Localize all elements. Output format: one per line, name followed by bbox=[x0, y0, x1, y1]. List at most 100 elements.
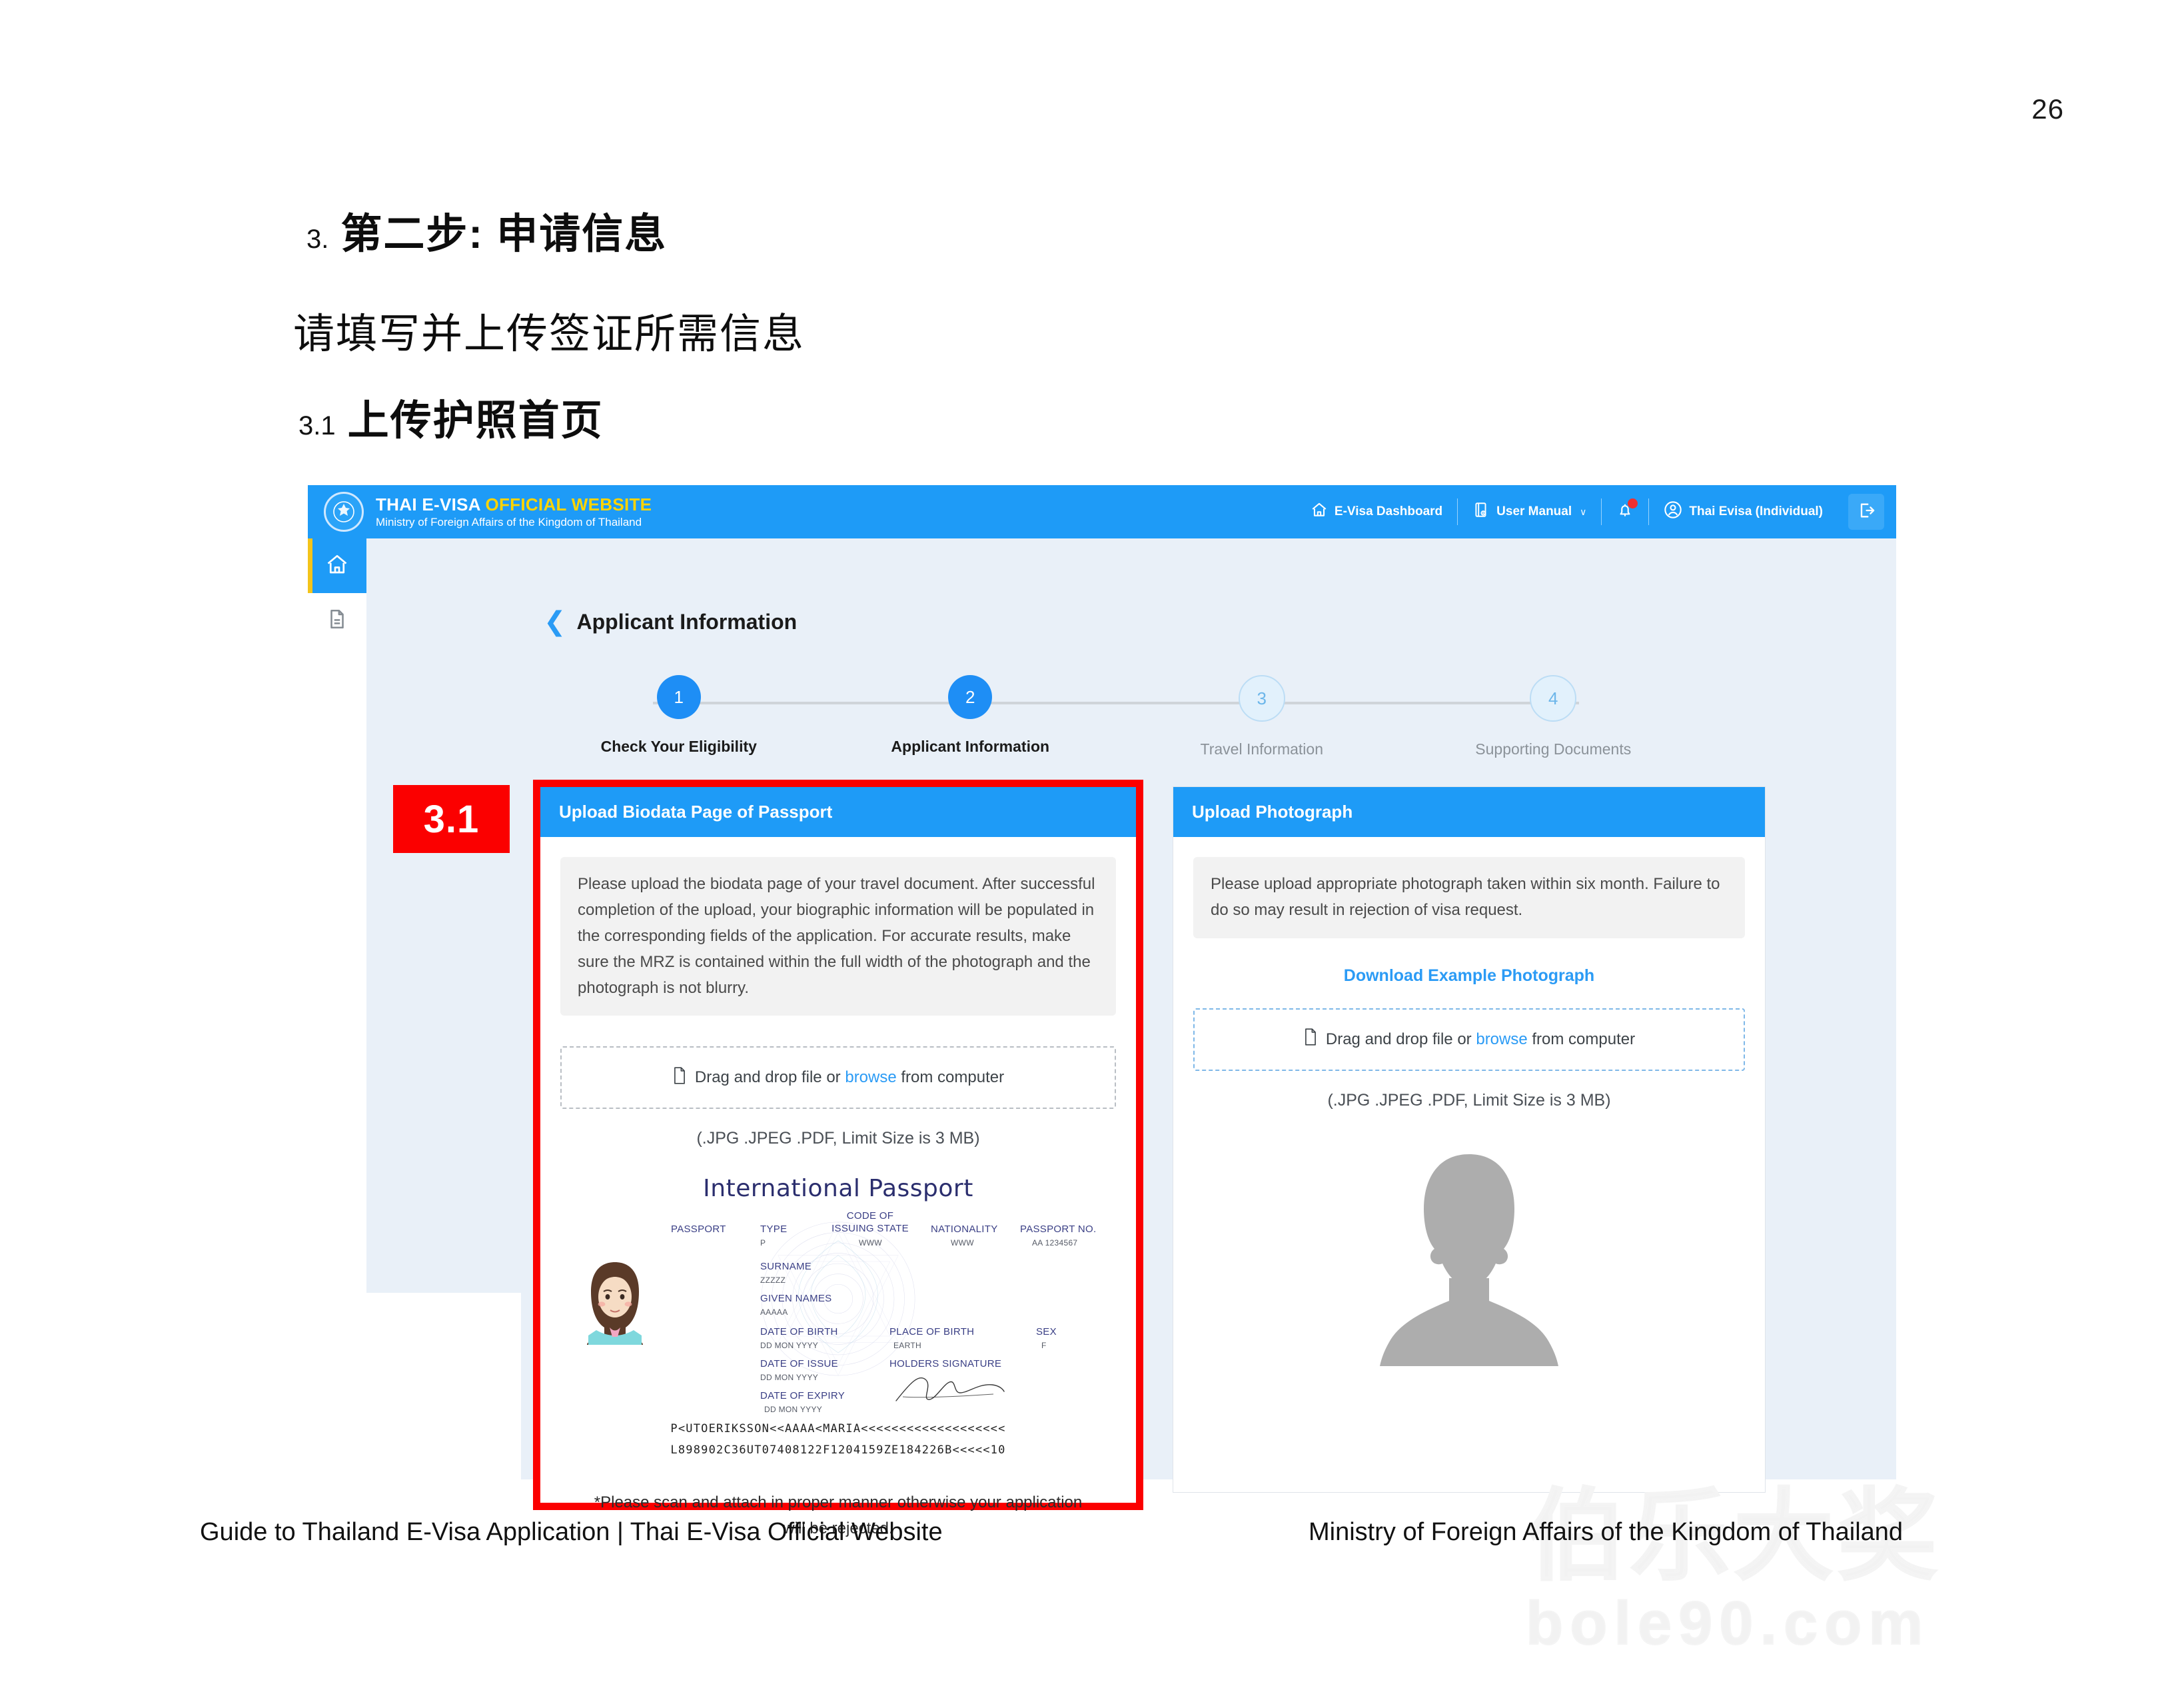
app-subtitle: Ministry of Foreign Affairs of the Kingd… bbox=[376, 516, 652, 528]
nav-evisa-dashboard[interactable]: E-Visa Dashboard bbox=[1296, 497, 1457, 526]
passport-value-nationality: WWW bbox=[951, 1238, 974, 1248]
passport-label-surname: SURNAME bbox=[760, 1261, 812, 1272]
passport-value-type: P bbox=[760, 1238, 766, 1248]
passport-mrz: P<UTOERIKSSON<<AAAA<MARIA<<<<<<<<<<<<<<<… bbox=[560, 1419, 1116, 1461]
stepper-step-3[interactable]: 3 Travel Information bbox=[1116, 675, 1408, 758]
passport-value-dob: DD MON YYYY bbox=[760, 1341, 818, 1350]
passport-label-nationality: NATIONALITY bbox=[931, 1224, 998, 1235]
passport-value-sex: F bbox=[1041, 1341, 1047, 1350]
step-circle: 4 bbox=[1530, 675, 1576, 722]
passport-sample-illustration: International Passport bbox=[560, 1175, 1116, 1408]
step-label: Applicant Information bbox=[891, 738, 1049, 756]
mrz-line-1: P<UTOERIKSSON<<AAAA<MARIA<<<<<<<<<<<<<<<… bbox=[560, 1419, 1116, 1439]
passport-label-signature: HOLDERS SIGNATURE bbox=[889, 1358, 1001, 1369]
passport-value-issuing-state: WWW bbox=[859, 1238, 882, 1248]
home-icon bbox=[325, 552, 349, 580]
passport-label-issuing-state: CODE OF ISSUING STATE bbox=[827, 1210, 913, 1236]
passport-value-expiry: DD MON YYYY bbox=[764, 1405, 822, 1414]
step-circle: 2 bbox=[948, 675, 992, 719]
stepper-step-4[interactable]: 4 Supporting Documents bbox=[1408, 675, 1700, 758]
subsection-title: 上传护照首页 bbox=[348, 387, 604, 446]
thai-garuda-emblem-icon bbox=[324, 492, 364, 532]
notifications-button[interactable] bbox=[1602, 497, 1648, 526]
step-circle: 3 bbox=[1239, 675, 1285, 722]
subsection-heading: 3.1 上传护照首页 bbox=[298, 387, 604, 446]
photo-browse-link[interactable]: browse bbox=[1476, 1030, 1527, 1048]
biodata-card-title: Upload Biodata Page of Passport bbox=[540, 787, 1136, 837]
sidebar-item-documents[interactable] bbox=[308, 593, 366, 648]
nav-user-manual[interactable]: User Manual ∨ bbox=[1458, 497, 1601, 526]
user-avatar-icon bbox=[1664, 500, 1682, 523]
passport-value-passport-no: AA 1234567 bbox=[1032, 1238, 1077, 1248]
download-example-photograph-link[interactable]: Download Example Photograph bbox=[1193, 966, 1745, 986]
biodata-limit-text: (.JPG .JPEG .PDF, Limit Size is 3 MB) bbox=[560, 1129, 1116, 1148]
signature-squiggle bbox=[893, 1370, 1007, 1405]
passport-label-expiry: DATE OF EXPIRY bbox=[760, 1390, 845, 1401]
home-icon bbox=[1311, 501, 1328, 522]
photo-instruction-text: Please upload appropriate photograph tak… bbox=[1193, 857, 1745, 938]
biodata-instruction-text: Please upload the biodata page of your t… bbox=[560, 857, 1116, 1016]
subsection-number: 3.1 bbox=[298, 411, 336, 441]
passport-label-issue: DATE OF ISSUE bbox=[760, 1358, 838, 1369]
section-subtitle: 请填写并上传签证所需信息 bbox=[293, 300, 805, 360]
mrz-line-2: L898902C36UT07408122F1204159ZE184226B<<<… bbox=[560, 1440, 1116, 1461]
person-silhouette-icon bbox=[1369, 1148, 1569, 1367]
step-label: Travel Information bbox=[1201, 740, 1324, 758]
document-icon bbox=[326, 608, 348, 634]
screenshot-crop-notch bbox=[308, 1293, 521, 1479]
passport-fields: PASSPORT TYPE P CODE OF ISSUING STATE WW… bbox=[560, 1204, 1116, 1403]
footer-left-text: Guide to Thailand E-Visa Application | T… bbox=[200, 1518, 943, 1547]
step-label: Supporting Documents bbox=[1475, 740, 1631, 758]
photo-card-title: Upload Photograph bbox=[1173, 787, 1765, 837]
passport-label-type: TYPE bbox=[760, 1224, 787, 1235]
nav-account-label: Thai Evisa (Individual) bbox=[1689, 504, 1823, 519]
page-number: 26 bbox=[2031, 93, 2064, 125]
nav-evisa-dashboard-label: E-Visa Dashboard bbox=[1335, 504, 1442, 519]
section-heading: 3. 第二步: 申请信息 bbox=[306, 200, 667, 260]
passport-sample-title: International Passport bbox=[560, 1175, 1116, 1202]
biodata-browse-link[interactable]: browse bbox=[845, 1068, 896, 1086]
stepper-step-2[interactable]: 2 Applicant Information bbox=[825, 675, 1117, 758]
photo-card: Upload Photograph Please upload appropri… bbox=[1173, 786, 1766, 1493]
main-content: ❮ Applicant Information 1 Check Your Eli… bbox=[366, 538, 1896, 1479]
passport-label-given-names: GIVEN NAMES bbox=[760, 1293, 832, 1304]
passport-label-passport-no: PASSPORT NO. bbox=[1020, 1224, 1096, 1235]
biodata-dropzone[interactable]: Drag and drop file or browse from comput… bbox=[560, 1046, 1116, 1109]
section-subtitle-row: 请填写并上传签证所需信息 bbox=[293, 300, 805, 360]
back-navigation[interactable]: ❮ Applicant Information bbox=[544, 608, 797, 635]
passport-label-dob: DATE OF BIRTH bbox=[760, 1326, 838, 1337]
passport-label-pob: PLACE OF BIRTH bbox=[889, 1326, 974, 1337]
brand-block: THAI E-VISA OFFICIAL WEBSITE Ministry of… bbox=[308, 492, 652, 532]
callout-badge-3-1: 3.1 bbox=[393, 785, 510, 853]
footer-right-text: Ministry of Foreign Affairs of the Kingd… bbox=[1309, 1518, 1903, 1547]
passport-photo-avatar bbox=[579, 1253, 651, 1345]
nav-account[interactable]: Thai Evisa (Individual) bbox=[1649, 497, 1838, 526]
stepper-step-1[interactable]: 1 Check Your Eligibility bbox=[533, 675, 825, 758]
page-watermark: 伯乐大奖 bole90.com bbox=[1526, 1486, 2139, 1686]
photograph-upload-card: Upload Photograph Please upload appropri… bbox=[1173, 786, 1766, 1493]
passport-value-given-names: AAAAA bbox=[760, 1307, 788, 1317]
app-title: THAI E-VISA OFFICIAL WEBSITE bbox=[376, 495, 652, 514]
notification-badge-dot bbox=[1628, 498, 1638, 508]
section-title: 第二步: 申请信息 bbox=[340, 200, 667, 260]
biodata-card: Upload Biodata Page of Passport Please u… bbox=[540, 787, 1136, 1503]
progress-stepper: 1 Check Your Eligibility 2 Applicant Inf… bbox=[533, 675, 1699, 775]
passport-label-passport: PASSPORT bbox=[671, 1224, 726, 1235]
header-nav: E-Visa Dashboard User Manual ∨ bbox=[1296, 485, 1896, 538]
nav-user-manual-label: User Manual bbox=[1496, 504, 1572, 519]
biodata-dropzone-text: Drag and drop file or browse from comput… bbox=[695, 1068, 1004, 1087]
file-icon bbox=[1303, 1028, 1318, 1050]
passport-label-sex: SEX bbox=[1036, 1326, 1057, 1337]
app-screenshot: THAI E-VISA OFFICIAL WEBSITE Ministry of… bbox=[308, 485, 1896, 1479]
logout-icon bbox=[1857, 501, 1876, 523]
photo-dropzone[interactable]: Drag and drop file or browse from comput… bbox=[1193, 1008, 1745, 1071]
photo-dropzone-text: Drag and drop file or browse from comput… bbox=[1326, 1030, 1635, 1049]
page-title: Applicant Information bbox=[577, 610, 798, 634]
file-icon bbox=[672, 1067, 687, 1089]
chevron-down-icon: ∨ bbox=[1580, 506, 1586, 518]
logout-button[interactable] bbox=[1848, 494, 1884, 530]
watermark-line-2: bole90.com bbox=[1526, 1593, 2139, 1654]
passport-value-pob: EARTH bbox=[893, 1341, 921, 1350]
step-circle: 1 bbox=[657, 675, 701, 719]
sidebar-item-home[interactable] bbox=[308, 538, 366, 593]
